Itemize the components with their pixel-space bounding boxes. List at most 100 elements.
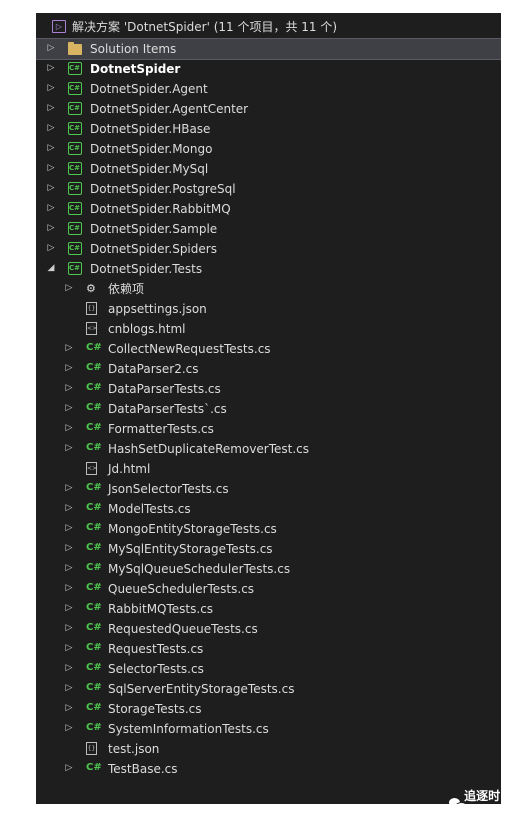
tree-item[interactable]: ▷ C# DataParserTests.cs [36,379,501,399]
csharp-project-icon: C# [68,162,82,175]
collapse-arrow-icon[interactable]: ▷ [64,683,74,693]
collapse-arrow-icon[interactable]: ▷ [64,623,74,633]
collapse-arrow-icon[interactable]: ▷ [64,283,74,293]
tree-item[interactable]: ▷ C# SystemInformationTests.cs [36,719,501,739]
tree-item[interactable]: ▷ C# QueueSchedulerTests.cs [36,579,501,599]
collapse-arrow-icon[interactable]: ▷ [64,703,74,713]
csharp-file-icon: C# [86,422,102,433]
tree-item[interactable]: ▷ C# RequestedQueueTests.cs [36,619,501,639]
tree-item-label: CollectNewRequestTests.cs [108,342,271,356]
collapse-arrow-icon[interactable]: ▷ [64,543,74,553]
csharp-file-icon: C# [86,382,102,393]
collapse-arrow-icon[interactable]: ▷ [64,763,74,773]
tree-item[interactable]: ▷ C# DotnetSpider.HBase [36,119,501,139]
tree-item[interactable]: ▷ C# JsonSelectorTests.cs [36,479,501,499]
tree-item[interactable]: ▷ C# CollectNewRequestTests.cs [36,339,501,359]
tree-item[interactable]: ▷ ⚙ 依赖项 [36,279,501,299]
csharp-project-icon: C# [68,82,82,95]
tree-item[interactable]: <> cnblogs.html [36,319,501,339]
tree-item[interactable]: ▷ C# DotnetSpider.Spiders [36,239,501,259]
collapse-arrow-icon[interactable]: ▷ [46,123,56,133]
csharp-file-icon: C# [86,622,102,633]
tree-item-label: HashSetDuplicateRemoverTest.cs [108,442,310,456]
csharp-project-icon: C# [68,202,82,215]
collapse-arrow-icon[interactable]: ▷ [64,363,74,373]
collapse-arrow-icon[interactable]: ▷ [64,343,74,353]
tree-item[interactable]: ▷ C# HashSetDuplicateRemoverTest.cs [36,439,501,459]
tree-item[interactable]: ▷ C# DataParserTests`.cs [36,399,501,419]
tree-item[interactable]: ▷ C# DotnetSpider [36,59,501,79]
collapse-arrow-icon[interactable]: ▷ [46,183,56,193]
collapse-arrow-icon[interactable]: ▷ [64,643,74,653]
collapse-arrow-icon[interactable]: ▷ [64,383,74,393]
csharp-file-icon: C# [86,482,102,493]
tree-item[interactable]: ▷ C# ModelTests.cs [36,499,501,519]
tree-item[interactable]: {} test.json [36,739,501,759]
collapse-arrow-icon[interactable]: ▷ [64,443,74,453]
collapse-arrow-icon[interactable]: ▷ [46,103,56,113]
tree-item[interactable]: ▷ C# SqlServerEntityStorageTests.cs [36,679,501,699]
tree-item[interactable]: ▷ C# FormatterTests.cs [36,419,501,439]
collapse-arrow-icon[interactable]: ▷ [46,223,56,233]
collapse-arrow-icon[interactable]: ▷ [46,203,56,213]
html-file-icon: <> [86,462,97,475]
tree-item[interactable]: {} appsettings.json [36,299,501,319]
collapse-arrow-icon[interactable]: ▷ [46,83,56,93]
tree-item[interactable]: ▷ C# DotnetSpider.AgentCenter [36,99,501,119]
collapse-arrow-icon[interactable]: ▷ [64,523,74,533]
tree-item[interactable]: ▷ C# RabbitMQTests.cs [36,599,501,619]
collapse-arrow-icon[interactable]: ▷ [64,563,74,573]
collapse-arrow-icon[interactable]: ▷ [64,723,74,733]
tree-item[interactable]: ◢ C# DotnetSpider.Tests [36,259,501,279]
tree-item[interactable]: ▷ C# DotnetSpider.Mongo [36,139,501,159]
dependencies-icon: ⚙ [86,282,96,295]
tree-item[interactable]: ▷ C# MySqlEntityStorageTests.cs [36,539,501,559]
tree-item[interactable]: ▷ C# DotnetSpider.PostgreSql [36,179,501,199]
csharp-project-icon: C# [68,142,82,155]
collapse-arrow-icon[interactable]: ▷ [64,583,74,593]
tree-item-label: cnblogs.html [108,322,186,336]
collapse-arrow-icon[interactable]: ▷ [46,63,56,73]
solution-title: 解决方案 'DotnetSpider' (11 个项目，共 11 个) [72,20,338,34]
tree-item-label: DotnetSpider [90,62,181,76]
tree-item-label: JsonSelectorTests.cs [108,482,229,496]
json-file-icon: {} [86,302,97,315]
tree-item-label: DataParser2.cs [108,362,199,376]
tree-item[interactable]: ▷ C# MySqlQueueSchedulerTests.cs [36,559,501,579]
tree-item[interactable]: ▷ C# StorageTests.cs [36,699,501,719]
collapse-arrow-icon[interactable]: ▷ [64,403,74,413]
expand-arrow-icon[interactable]: ◢ [46,263,56,273]
collapse-arrow-icon[interactable]: ▷ [46,163,56,173]
tree-item[interactable]: ▷ C# RequestTests.cs [36,639,501,659]
csharp-file-icon: C# [86,602,102,613]
tree-item-label: 依赖项 [108,282,145,296]
collapse-arrow-icon[interactable]: ▷ [64,503,74,513]
csharp-project-icon: C# [68,242,82,255]
solution-root[interactable]: ▷ 解决方案 'DotnetSpider' (11 个项目，共 11 个) [36,17,501,37]
collapse-arrow-icon[interactable]: ▷ [64,603,74,613]
collapse-arrow-icon[interactable]: ▷ [46,243,56,253]
tree-item[interactable]: ▷ C# TestBase.cs [36,759,501,779]
collapse-arrow-icon[interactable]: ▷ [64,663,74,673]
tree-item-label: RequestedQueueTests.cs [108,622,258,636]
collapse-arrow-icon[interactable]: ▷ [64,483,74,493]
tree-item-label: SystemInformationTests.cs [108,722,269,736]
tree-item-label: SelectorTests.cs [108,662,204,676]
tree-item[interactable]: <> Jd.html [36,459,501,479]
collapse-arrow-icon[interactable]: ▷ [64,423,74,433]
tree-item[interactable]: ▷ C# MongoEntityStorageTests.cs [36,519,501,539]
tree-item[interactable]: ▷ C# DataParser2.cs [36,359,501,379]
collapse-arrow-icon[interactable]: ▷ [46,143,56,153]
csharp-file-icon: C# [86,702,102,713]
tree-item[interactable]: ▷ Solution Items [36,38,501,60]
tree-item[interactable]: ▷ C# DotnetSpider.MySql [36,159,501,179]
tree-item[interactable]: ▷ C# DotnetSpider.Agent [36,79,501,99]
tree-item[interactable]: ▷ C# DotnetSpider.RabbitMQ [36,199,501,219]
tree-item-label: ModelTests.cs [108,502,191,516]
json-file-icon: {} [86,742,97,755]
tree-item[interactable]: ▷ C# DotnetSpider.Sample [36,219,501,239]
collapse-arrow-icon[interactable]: ▷ [46,43,56,53]
tree-item-label: SqlServerEntityStorageTests.cs [108,682,295,696]
tree-item[interactable]: ▷ C# SelectorTests.cs [36,659,501,679]
csharp-file-icon: C# [86,542,102,553]
